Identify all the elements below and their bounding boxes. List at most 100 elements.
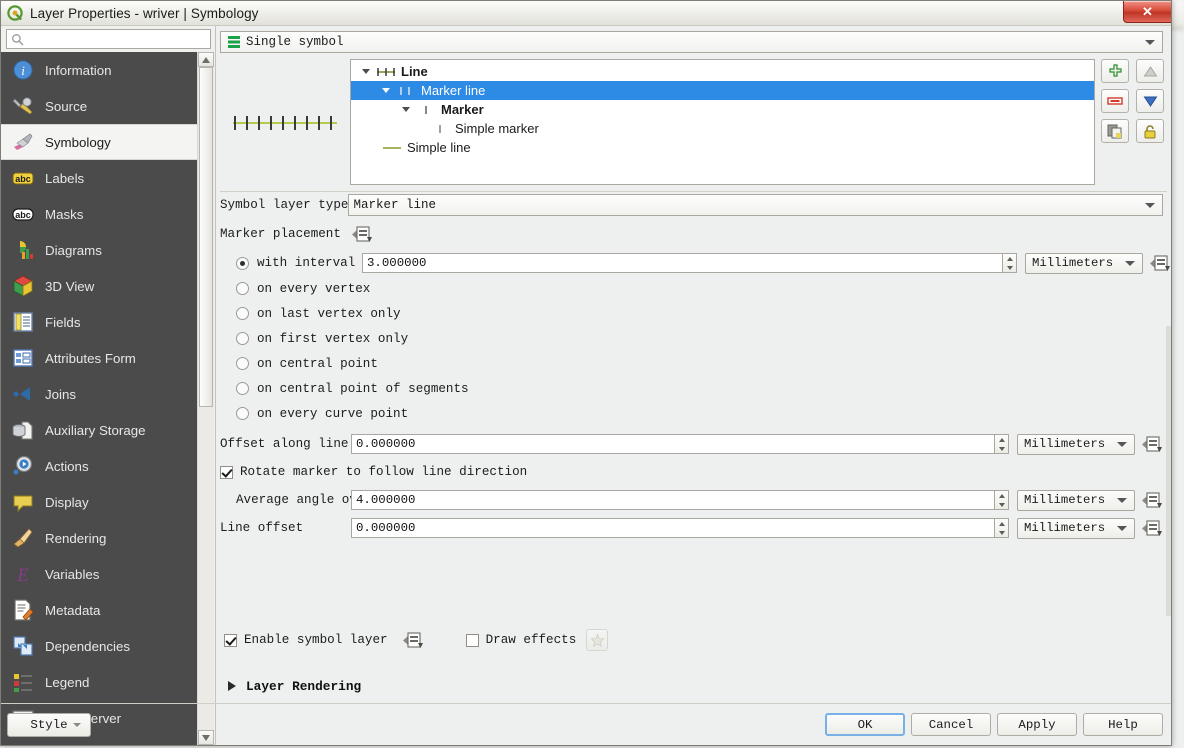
rotate-marker-checkbox[interactable]	[220, 465, 233, 479]
radio-on-central-point[interactable]	[236, 357, 249, 370]
sidebar-item-masks[interactable]: abc Masks	[1, 196, 197, 232]
duplicate-button[interactable]	[1101, 119, 1129, 143]
symbol-layer-type-combo[interactable]: Marker line	[348, 194, 1163, 216]
symbol-preview	[220, 59, 350, 185]
scrollbar-thumb[interactable]	[199, 67, 213, 407]
average-angle-data-defined-override-icon[interactable]	[1141, 490, 1163, 510]
cube-3d-icon	[11, 274, 35, 298]
move-down-button[interactable]	[1136, 89, 1164, 113]
sidebar-item-source[interactable]: Source	[1, 88, 197, 124]
average-angle-unit-combo[interactable]: Millimeters	[1017, 489, 1135, 511]
sidebar-item-actions[interactable]: Actions	[1, 448, 197, 484]
sidebar-item-label: Attributes Form	[45, 350, 136, 366]
placement-option-on-central-point[interactable]: on central point	[216, 351, 1171, 376]
help-button[interactable]: Help	[1083, 713, 1163, 736]
scrollbar-track[interactable]	[198, 67, 214, 730]
enable-effects-row: Enable symbol layer Draw effects	[216, 627, 1171, 653]
scroll-up-button[interactable]	[198, 52, 214, 67]
content-scrollbar[interactable]	[1166, 326, 1171, 616]
sidebar-item-3d-view[interactable]: 3D View	[1, 268, 197, 304]
placement-option-on-every-curve-point[interactable]: on every curve point	[216, 401, 1171, 426]
radio-on-every-vertex[interactable]	[236, 282, 249, 295]
tree-row-marker[interactable]: Marker	[351, 100, 1094, 119]
lock-colors-button[interactable]	[1136, 119, 1164, 143]
move-up-button[interactable]	[1136, 59, 1164, 83]
enable-symbol-layer-checkbox[interactable]	[224, 633, 237, 647]
interval-stepper[interactable]	[1003, 253, 1017, 273]
tree-row-label: Simple line	[407, 140, 471, 155]
expand-arrow-icon[interactable]	[379, 88, 393, 93]
tree-row-line[interactable]: Line	[351, 62, 1094, 81]
symbology-panel: Single symbol Line Marker line Marker Si…	[215, 26, 1171, 745]
rotate-marker-row[interactable]: Rotate marker to follow line direction	[216, 458, 1171, 486]
sidebar-item-label: Rendering	[45, 530, 107, 546]
radio-with-interval[interactable]	[236, 256, 249, 270]
close-button[interactable]: ✕	[1123, 1, 1171, 23]
offset-along-line-stepper[interactable]	[995, 434, 1009, 454]
sidebar-item-label: Joins	[45, 386, 77, 402]
sidebar-item-metadata[interactable]: Metadata	[1, 592, 197, 628]
renderer-type-combo[interactable]: Single symbol	[220, 31, 1163, 53]
add-symbol-layer-button[interactable]	[1101, 59, 1129, 83]
sidebar-scrollbar[interactable]	[197, 52, 214, 745]
layer-rendering-section[interactable]: Layer Rendering	[216, 675, 1171, 697]
sidebar-item-joins[interactable]: Joins	[1, 376, 197, 412]
apply-button[interactable]: Apply	[997, 713, 1077, 736]
sidebar-item-legend[interactable]: Legend	[1, 664, 197, 700]
average-angle-input[interactable]: 4.000000	[351, 490, 995, 510]
data-defined-override-icon[interactable]	[351, 224, 373, 244]
interval-value: 3.000000	[367, 256, 427, 270]
placement-option-on-central-point-of-segments[interactable]: on central point of segments	[216, 376, 1171, 401]
sidebar-item-attributes-form[interactable]: Attributes Form	[1, 340, 197, 376]
sidebar-item-diagrams[interactable]: Diagrams	[1, 232, 197, 268]
search-input[interactable]	[24, 30, 210, 48]
placement-option-on-last-vertex-only[interactable]: on last vertex only	[216, 301, 1171, 326]
sidebar-item-auxiliary-storage[interactable]: Auxiliary Storage	[1, 412, 197, 448]
radio-on-last-vertex-only[interactable]	[236, 307, 249, 320]
sidebar-item-display[interactable]: Display	[1, 484, 197, 520]
effects-star-icon[interactable]	[586, 629, 609, 651]
line-offset-data-defined-override-icon[interactable]	[1141, 518, 1163, 538]
svg-text:abc: abc	[15, 174, 31, 184]
tree-row-simple-line[interactable]: Simple line	[351, 138, 1094, 157]
radio-on-first-vertex-only[interactable]	[236, 332, 249, 345]
lock-icon	[1144, 124, 1156, 138]
tree-row-marker-line[interactable]: Marker line	[351, 81, 1094, 100]
search-box[interactable]	[6, 29, 211, 49]
sidebar-item-dependencies[interactable]: Dependencies	[1, 628, 197, 664]
sidebar-item-variables[interactable]: E Variables	[1, 556, 197, 592]
symbol-layer-tree[interactable]: Line Marker line Marker Simple marker Si…	[350, 59, 1095, 185]
dialog-footer: Style OK Cancel Apply Help	[1, 703, 1171, 745]
line-offset-input[interactable]: 0.000000	[351, 518, 995, 538]
interval-data-defined-override-icon[interactable]	[1149, 253, 1171, 273]
placement-option-on-first-vertex-only[interactable]: on first vertex only	[216, 326, 1171, 351]
tree-row-simple-marker[interactable]: Simple marker	[351, 119, 1094, 138]
expand-arrow-icon[interactable]	[399, 107, 413, 112]
interval-input[interactable]: 3.000000	[362, 253, 1003, 273]
style-button[interactable]: Style	[7, 712, 91, 737]
ok-button[interactable]: OK	[825, 713, 905, 736]
sidebar-item-information[interactable]: i Information	[1, 52, 197, 88]
sidebar-item-labels[interactable]: abc Labels	[1, 160, 197, 196]
line-offset-unit-combo[interactable]: Millimeters	[1017, 517, 1135, 539]
offset-along-line-data-defined-override-icon[interactable]	[1141, 434, 1163, 454]
sidebar-item-rendering[interactable]: Rendering	[1, 520, 197, 556]
interval-unit-combo[interactable]: Millimeters	[1025, 252, 1143, 274]
placement-option-with-interval[interactable]: with interval 3.000000 Millimeters	[216, 250, 1171, 276]
radio-on-central-point-of-segments[interactable]	[236, 382, 249, 395]
remove-symbol-layer-button[interactable]	[1101, 89, 1129, 113]
placement-option-on-every-vertex[interactable]: on every vertex	[216, 276, 1171, 301]
cancel-button[interactable]: Cancel	[911, 713, 991, 736]
draw-effects-checkbox[interactable]	[465, 633, 479, 647]
radio-on-every-curve-point[interactable]	[236, 407, 249, 420]
offset-along-line-unit-combo[interactable]: Millimeters	[1017, 433, 1135, 455]
enable-symbol-layer-data-defined-override-icon[interactable]	[402, 630, 424, 650]
sidebar-item-symbology[interactable]: Symbology	[1, 124, 197, 160]
expand-arrow-icon[interactable]	[359, 69, 373, 74]
symbol-layer-type-row: Symbol layer type Marker line	[216, 192, 1171, 218]
offset-along-line-input[interactable]: 0.000000	[351, 434, 995, 454]
placement-option-label: on first vertex only	[257, 331, 409, 346]
sidebar-item-fields[interactable]: Fields	[1, 304, 197, 340]
line-offset-stepper[interactable]	[995, 518, 1009, 538]
average-angle-stepper[interactable]	[995, 490, 1009, 510]
